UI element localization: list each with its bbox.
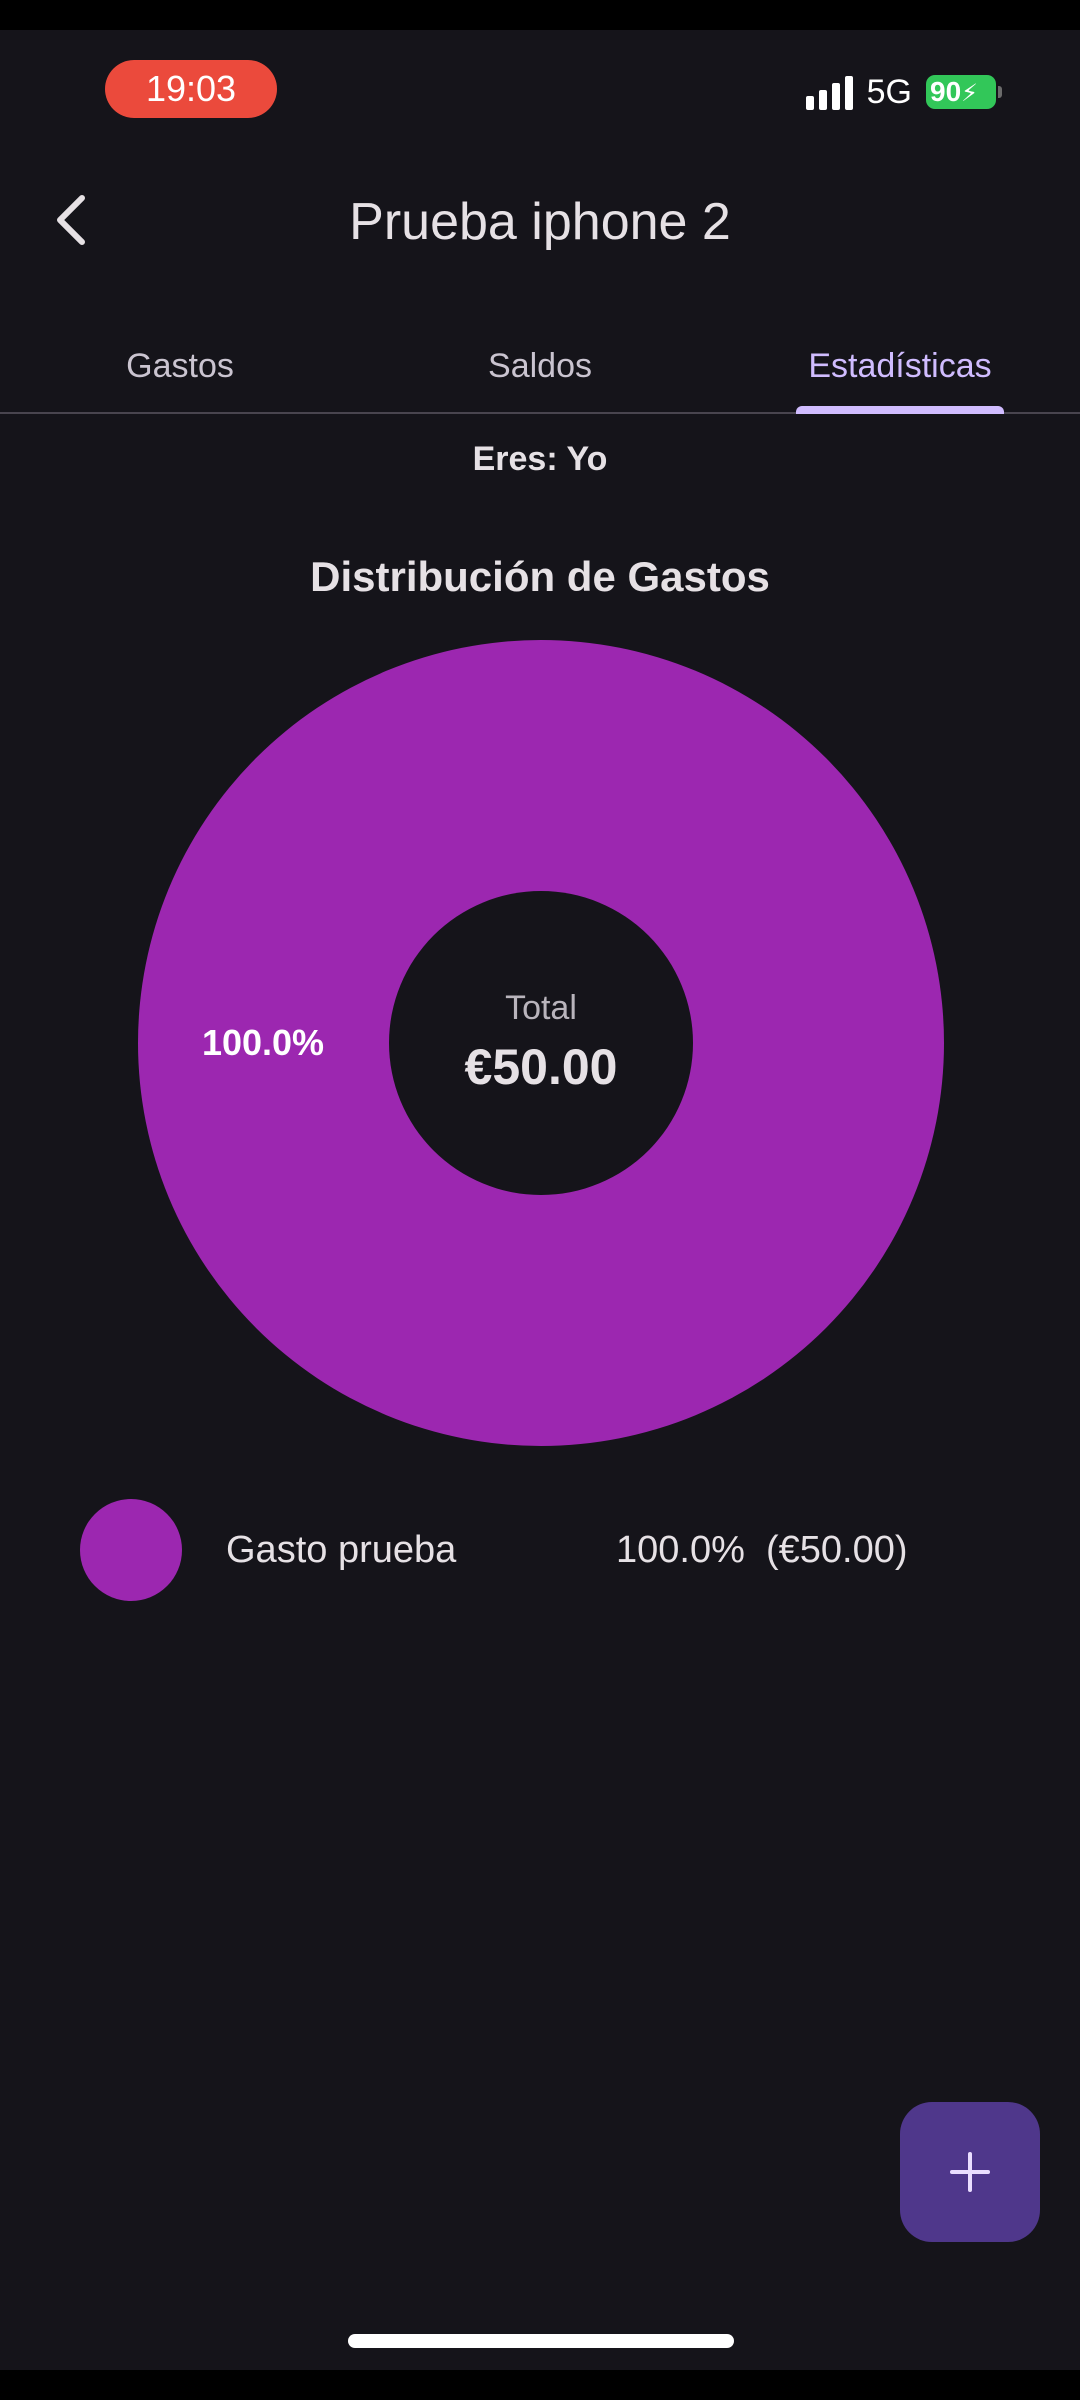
legend-color-dot (80, 1499, 182, 1601)
legend-name: Gasto prueba (226, 1528, 457, 1571)
chart-center-value: €50.00 (465, 1039, 618, 1095)
battery-icon: 90⚡ (926, 75, 1002, 109)
expense-donut-chart: Total €50.00 100.0% (138, 640, 944, 1446)
add-expense-button[interactable] (900, 2102, 1040, 2242)
legend-item: Gasto prueba 100.0% (€50.00) (80, 1498, 1000, 1602)
tab-bar: Gastos Saldos Estadísticas (0, 320, 1080, 414)
tab-saldos[interactable]: Saldos (360, 320, 720, 412)
slice-percent-label: 100.0% (202, 1022, 324, 1063)
chart-title: Distribución de Gastos (310, 553, 770, 600)
tab-label: Gastos (126, 346, 234, 385)
status-indicators: 5G 90⚡ (805, 72, 1002, 112)
battery-level: 90⚡ (926, 75, 996, 109)
status-time: 19:03 (105, 60, 277, 118)
current-user-label: Eres: Yo (472, 440, 608, 478)
tab-estadisticas[interactable]: Estadísticas (720, 320, 1080, 414)
chart-center-label: Total (505, 989, 577, 1027)
signal-icon (805, 74, 853, 110)
battery-tip (998, 86, 1002, 98)
tab-label: Estadísticas (808, 346, 992, 385)
back-button[interactable] (40, 188, 104, 252)
chevron-left-icon (57, 195, 85, 245)
legend-value: 100.0% (€50.00) (616, 1528, 908, 1571)
tab-label: Saldos (488, 346, 592, 385)
tab-gastos[interactable]: Gastos (0, 320, 360, 412)
tab-indicator (796, 406, 1004, 414)
plus-icon (950, 2152, 990, 2192)
home-indicator[interactable] (348, 2334, 734, 2348)
chart-slice-labels: 100.0% (202, 1022, 324, 1063)
network-type: 5G (866, 73, 912, 111)
